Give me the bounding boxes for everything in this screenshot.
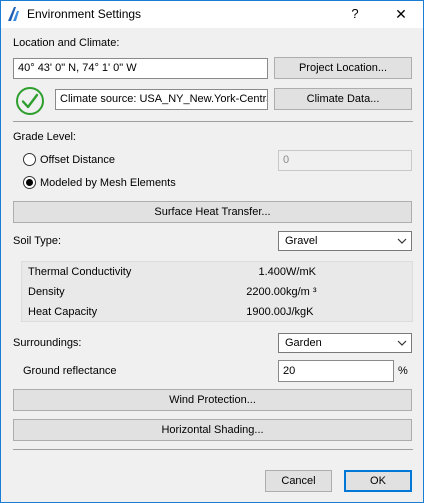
close-button[interactable]: ✕	[387, 3, 415, 25]
climate-source-field[interactable]: Climate source: USA_NY_New.York-Central.…	[55, 89, 268, 110]
surface-heat-transfer-button[interactable]: Surface Heat Transfer...	[13, 201, 412, 223]
soil-type-select[interactable]: Gravel	[278, 231, 412, 251]
divider	[13, 449, 413, 450]
surroundings-value: Garden	[285, 337, 322, 349]
help-button[interactable]: ?	[341, 3, 369, 25]
ground-reflectance-label: Ground reflectance	[23, 365, 117, 377]
offset-distance-label: Offset Distance	[40, 154, 115, 166]
chevron-down-icon	[397, 340, 407, 346]
checkmark-circle-icon	[16, 87, 44, 115]
location-climate-label: Location and Climate:	[13, 37, 120, 49]
horizontal-shading-button[interactable]: Horizontal Shading...	[13, 419, 412, 441]
property-row: Heat Capacity 1900.00 J/kgK	[22, 302, 414, 322]
wind-protection-button[interactable]: Wind Protection...	[13, 389, 412, 411]
app-icon	[8, 7, 19, 21]
offset-distance-field[interactable]: 0	[278, 150, 412, 171]
coordinates-field[interactable]: 40° 43' 0" N, 74° 1' 0" W	[13, 58, 268, 79]
window-title: Environment Settings	[27, 7, 142, 21]
project-location-button[interactable]: Project Location...	[274, 57, 412, 79]
property-value: 1.400	[258, 266, 286, 278]
surroundings-label: Surroundings:	[13, 337, 82, 349]
property-row: Density 2200.00 kg/m ³	[22, 282, 414, 302]
offset-distance-radio[interactable]	[23, 153, 36, 166]
ground-reflectance-field[interactable]: 20	[278, 360, 394, 382]
chevron-down-icon	[397, 238, 407, 244]
property-name: Heat Capacity	[28, 306, 98, 318]
divider	[13, 121, 413, 122]
soil-properties-panel: Thermal Conductivity 1.400 W/mK Density …	[21, 261, 413, 322]
property-unit: J/kgK	[286, 306, 314, 318]
cancel-button[interactable]: Cancel	[265, 470, 332, 492]
property-name: Thermal Conductivity	[28, 266, 132, 278]
property-value: 1900.00	[246, 306, 286, 318]
grade-level-label: Grade Level:	[13, 131, 76, 143]
percent-unit: %	[398, 365, 408, 377]
environment-settings-dialog: Environment Settings ? ✕ Location and Cl…	[0, 0, 424, 503]
title-bar[interactable]: Environment Settings ? ✕	[1, 1, 423, 28]
property-unit: W/mK	[286, 266, 316, 278]
soil-type-label: Soil Type:	[13, 235, 62, 247]
soil-type-value: Gravel	[285, 235, 318, 247]
ok-button[interactable]: OK	[344, 470, 412, 492]
mesh-elements-radio[interactable]	[23, 176, 36, 189]
surroundings-select[interactable]: Garden	[278, 333, 412, 353]
climate-data-button[interactable]: Climate Data...	[274, 88, 412, 110]
property-unit: kg/m ³	[286, 286, 317, 298]
mesh-elements-label: Modeled by Mesh Elements	[40, 177, 176, 189]
property-row: Thermal Conductivity 1.400 W/mK	[22, 262, 414, 282]
property-name: Density	[28, 286, 65, 298]
property-value: 2200.00	[246, 286, 286, 298]
